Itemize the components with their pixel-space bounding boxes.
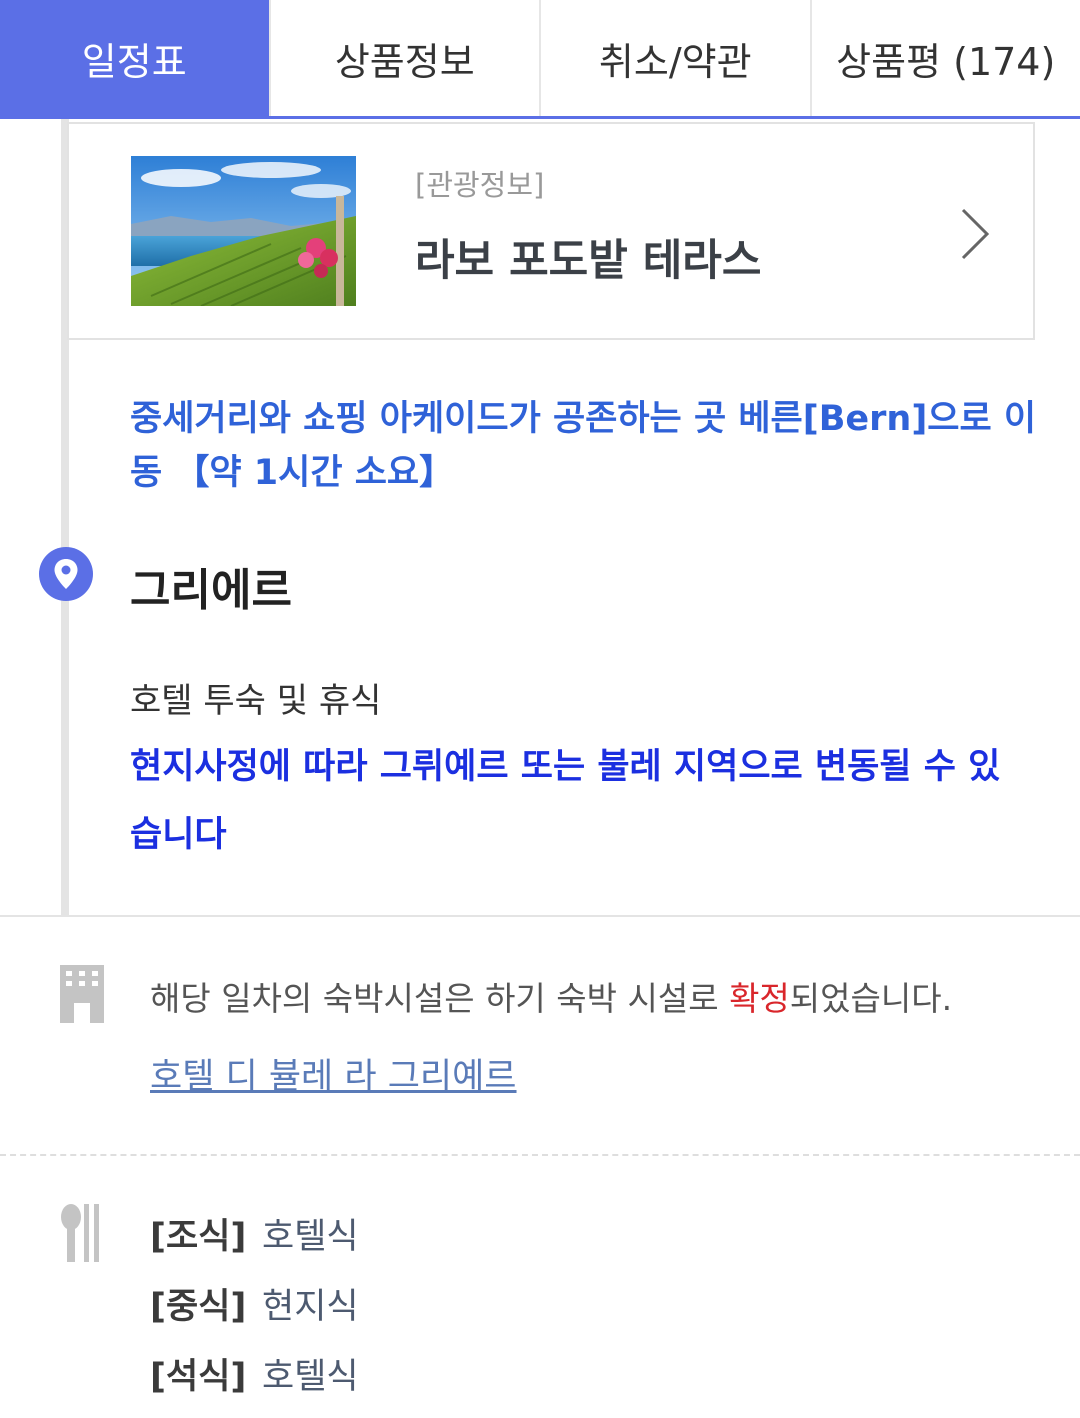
hotel-confirmation-text: 해당 일차의 숙박시설은 하기 숙박 시설로 확정되었습니다. — [150, 972, 952, 1020]
meal-value: 호텔식 — [262, 1217, 359, 1257]
map-pin-icon — [38, 546, 94, 602]
tab-product-info[interactable]: 상품정보 — [271, 0, 541, 116]
tab-bar: 일정표 상품정보 취소/약관 상품평 (174) — [0, 0, 1080, 119]
meal-label: [중식] — [150, 1287, 247, 1327]
hotel-text-before: 해당 일차의 숙박시설은 하기 숙박 시설로 — [150, 979, 730, 1018]
notice-text: 현지사정에 따라 그뤼예르 또는 불레 지역으로 변동될 수 있습니다 — [130, 747, 1001, 855]
hotel-text-after: 되었습니다. — [789, 979, 953, 1018]
rest-text: 호텔 투숙 및 휴식 — [130, 681, 382, 721]
sightseeing-card[interactable]: [관광정보] 라보 포도밭 테라스 — [67, 122, 1035, 340]
meal-breakfast: [조식] 호텔식 — [150, 1208, 359, 1259]
meal-lunch: [중식] 현지식 — [150, 1278, 359, 1329]
chevron-right-icon — [955, 204, 995, 264]
tab-cancel-terms[interactable]: 취소/약관 — [541, 0, 812, 116]
meal-value: 호텔식 — [262, 1357, 359, 1397]
meal-label: [조식] — [150, 1217, 247, 1257]
move-description: 중세거리와 쇼핑 아케이드가 공존하는 곳 베른[Bern]으로 이동 【약 1… — [130, 399, 1037, 493]
tab-reviews[interactable]: 상품평 (174) — [812, 0, 1080, 116]
dashed-divider — [0, 1154, 1080, 1156]
tab-itinerary[interactable]: 일정표 — [0, 0, 271, 116]
vineyard-thumbnail — [131, 156, 356, 306]
meal-dinner: [석식] 호텔식 — [150, 1348, 359, 1399]
card-tag: [관광정보] — [415, 168, 545, 202]
hotel-link[interactable]: 호텔 디 뷸레 라 그리예르 — [150, 1048, 517, 1099]
building-icon — [60, 965, 104, 1023]
meal-value: 현지식 — [262, 1287, 359, 1327]
meal-label: [석식] — [150, 1357, 247, 1397]
divider — [0, 915, 1080, 917]
confirmed-label: 확정 — [729, 979, 790, 1018]
fork-knife-icon — [60, 1204, 106, 1262]
card-title: 라보 포도밭 테라스 — [415, 236, 762, 286]
location-title: 그리에르 — [130, 565, 292, 616]
